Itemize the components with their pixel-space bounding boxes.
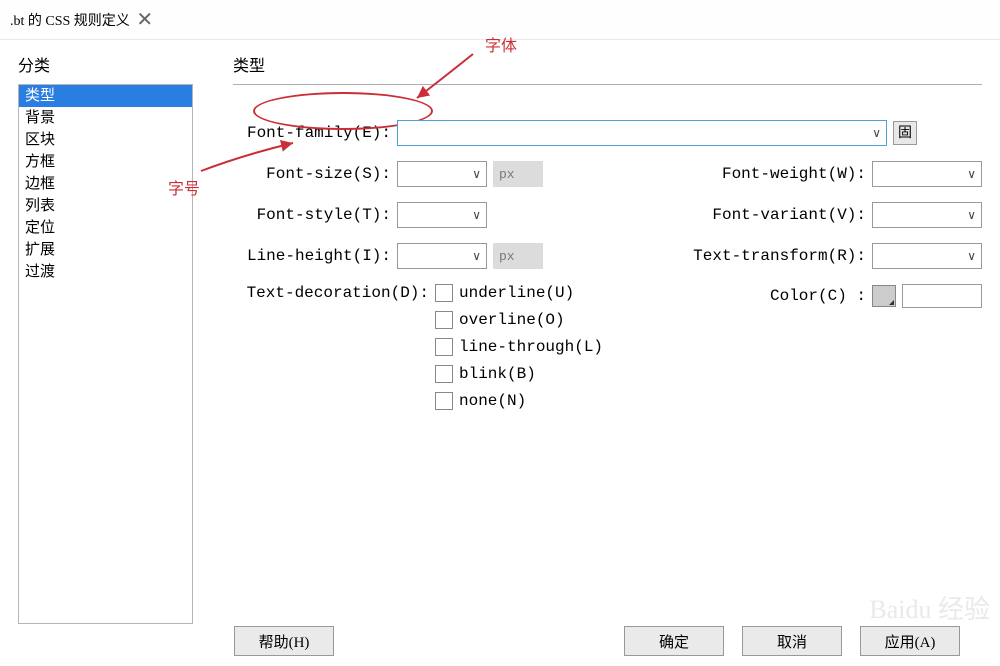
chevron-down-icon: ∨ xyxy=(472,208,481,222)
label-font-variant: Font-variant(V): xyxy=(611,206,867,224)
label-text-transform: Text-transform(R): xyxy=(611,247,867,265)
cancel-button[interactable]: 取消 xyxy=(742,626,842,656)
panel-title: 类型 xyxy=(233,52,982,76)
line-height-unit[interactable]: px xyxy=(493,243,543,269)
label-font-family: Font-family(E): xyxy=(233,124,391,142)
color-input[interactable] xyxy=(902,284,982,308)
dialog-footer: 帮助(H) 确定 取消 应用(A) xyxy=(0,616,1000,666)
label-overline: overline(O) xyxy=(459,311,565,329)
chevron-down-icon: ∨ xyxy=(967,208,976,222)
font-weight-select[interactable]: ∨ xyxy=(872,161,982,187)
titlebar: .bt 的 CSS 规则定义 ✕ xyxy=(0,0,1000,40)
category-item-block[interactable]: 区块 xyxy=(19,129,192,151)
category-item-positioning[interactable]: 定位 xyxy=(19,217,192,239)
checkbox-line-through[interactable] xyxy=(435,338,453,356)
label-font-weight: Font-weight(W): xyxy=(611,165,867,183)
font-size-select[interactable]: ∨ xyxy=(397,161,487,187)
font-size-unit[interactable]: px xyxy=(493,161,543,187)
category-heading: 分类 xyxy=(18,52,193,76)
label-color: Color(C) : xyxy=(770,287,866,305)
checkbox-overline[interactable] xyxy=(435,311,453,329)
label-text-decoration: Text-decoration(D): xyxy=(233,284,429,302)
label-blink: blink(B) xyxy=(459,365,536,383)
chevron-down-icon: ∨ xyxy=(872,126,881,140)
title-divider xyxy=(233,84,982,85)
label-none: none(N) xyxy=(459,392,526,410)
chevron-down-icon: ∨ xyxy=(472,249,481,263)
category-item-type[interactable]: 类型 xyxy=(19,85,192,107)
category-item-box[interactable]: 方框 xyxy=(19,151,192,173)
text-transform-select[interactable]: ∨ xyxy=(872,243,982,269)
label-line-through: line-through(L) xyxy=(459,338,603,356)
label-line-height: Line-height(I): xyxy=(233,247,391,265)
font-family-extra-button[interactable]: 固 xyxy=(893,121,917,145)
chevron-down-icon: ∨ xyxy=(967,249,976,263)
ok-button[interactable]: 确定 xyxy=(624,626,724,656)
close-button[interactable]: ✕ xyxy=(130,7,160,32)
category-item-extensions[interactable]: 扩展 xyxy=(19,239,192,261)
chevron-down-icon: ∨ xyxy=(967,167,976,181)
category-item-background[interactable]: 背景 xyxy=(19,107,192,129)
label-font-size: Font-size(S): xyxy=(233,165,391,183)
category-list: 类型 背景 区块 方框 边框 列表 定位 扩展 过渡 xyxy=(18,84,193,624)
window-title: .bt 的 CSS 规则定义 xyxy=(10,10,130,30)
label-font-style: Font-style(T): xyxy=(233,206,391,224)
category-item-border[interactable]: 边框 xyxy=(19,173,192,195)
font-family-select[interactable]: ∨ xyxy=(397,120,887,146)
checkbox-none[interactable] xyxy=(435,392,453,410)
text-decoration-group: underline(U) overline(O) line-through(L)… xyxy=(435,284,603,419)
apply-button[interactable]: 应用(A) xyxy=(860,626,960,656)
color-swatch[interactable] xyxy=(872,285,896,307)
help-button[interactable]: 帮助(H) xyxy=(234,626,334,656)
font-style-select[interactable]: ∨ xyxy=(397,202,487,228)
checkbox-underline[interactable] xyxy=(435,284,453,302)
font-variant-select[interactable]: ∨ xyxy=(872,202,982,228)
checkbox-blink[interactable] xyxy=(435,365,453,383)
chevron-down-icon: ∨ xyxy=(472,167,481,181)
category-item-list[interactable]: 列表 xyxy=(19,195,192,217)
line-height-select[interactable]: ∨ xyxy=(397,243,487,269)
label-underline: underline(U) xyxy=(459,284,574,302)
category-item-transition[interactable]: 过渡 xyxy=(19,261,192,283)
